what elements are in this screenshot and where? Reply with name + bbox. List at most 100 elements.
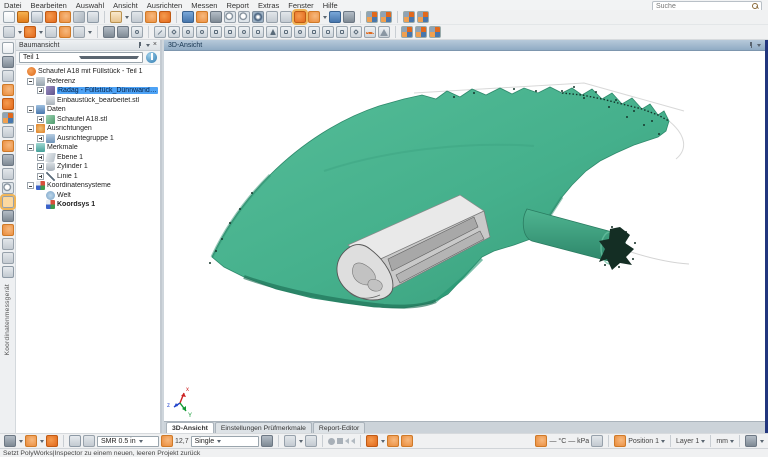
zoom-in-icon[interactable]	[224, 11, 236, 23]
boss-feature-icon[interactable]	[322, 26, 334, 38]
remote-dropdown-icon[interactable]	[298, 439, 303, 443]
selection-volume-icon[interactable]	[131, 11, 143, 23]
collapse-expander[interactable]	[27, 125, 34, 133]
select-dropdown-icon[interactable]	[125, 15, 129, 19]
tree-row-welt[interactable]: Welt	[16, 190, 160, 201]
collapse-expander[interactable]	[27, 144, 34, 152]
point-feature-icon[interactable]	[131, 26, 143, 38]
sync-views-icon[interactable]	[403, 11, 415, 23]
surface-feature-icon[interactable]	[336, 26, 348, 38]
tab-einstellungen-pruefmerkmale[interactable]: Einstellungen Prüfmerkmale	[214, 422, 312, 433]
selection-clear-icon[interactable]	[159, 11, 171, 23]
units-dropdown-icon[interactable]	[730, 439, 734, 443]
standard-views-icon[interactable]	[329, 11, 341, 23]
tree-row-zylinder[interactable]: Zylinder 1	[16, 162, 160, 172]
selection-invert-icon[interactable]	[145, 11, 157, 23]
screen-icon[interactable]	[591, 435, 604, 447]
view-window2-icon[interactable]	[280, 11, 292, 23]
pointer-dropdown-icon[interactable]	[380, 439, 385, 443]
expand-expander[interactable]	[37, 134, 44, 142]
stop-icon[interactable]	[336, 438, 343, 444]
probe-point-dropdown-icon[interactable]	[40, 439, 44, 443]
position-value[interactable]: Position 1	[628, 438, 659, 445]
export-dropdown-icon[interactable]	[18, 30, 22, 34]
restore-layout-icon[interactable]	[380, 11, 392, 23]
tab-report-editor[interactable]: Report-Editor	[312, 422, 366, 433]
probe-move-dropdown-icon[interactable]	[19, 439, 23, 443]
tree-row-einbaustueck[interactable]: Einbaustück_bearbeitet.stl	[16, 95, 160, 106]
expand-expander[interactable]	[37, 163, 44, 171]
rail-colormap-icon[interactable]	[1, 112, 14, 124]
export-icon[interactable]	[3, 26, 15, 38]
collapse-expander[interactable]	[27, 77, 34, 85]
step-back2-icon[interactable]	[350, 438, 355, 444]
part-selector[interactable]: Teil 1	[19, 52, 143, 63]
gear-pair-icon[interactable]	[103, 26, 115, 38]
viewport-pin-icon[interactable]	[748, 42, 754, 48]
menu-messen[interactable]: Messen	[191, 1, 217, 10]
probe-move-icon[interactable]	[4, 435, 16, 447]
distance-feature-icon[interactable]	[350, 26, 362, 38]
report-table-icon[interactable]	[59, 26, 71, 38]
fit-view-icon[interactable]	[292, 9, 308, 25]
shaft-feature-icon[interactable]	[280, 26, 292, 38]
menu-extras[interactable]: Extras	[258, 1, 279, 10]
tree-row-linie[interactable]: Linie 1	[16, 171, 160, 182]
play-macro-icon[interactable]	[24, 26, 36, 38]
close-icon[interactable]: ×	[153, 41, 157, 48]
save-project-icon[interactable]	[31, 11, 43, 23]
line-feature-icon[interactable]	[154, 26, 166, 38]
workspace-manager-icon[interactable]	[417, 11, 429, 23]
expand-expander[interactable]	[37, 172, 44, 180]
position-icon[interactable]	[614, 435, 627, 447]
undo-icon[interactable]	[45, 11, 57, 23]
pin-icon[interactable]	[137, 42, 143, 48]
search-input[interactable]	[653, 3, 752, 10]
device-clock-icon[interactable]	[83, 435, 95, 447]
slot-feature-icon[interactable]	[210, 26, 222, 38]
step-back-icon[interactable]	[344, 438, 349, 444]
view-window-icon[interactable]	[266, 11, 278, 23]
ellipse-feature-icon[interactable]	[196, 26, 208, 38]
3d-canvas[interactable]: x z Y	[164, 51, 765, 421]
menu-report[interactable]: Report	[226, 1, 249, 10]
rail-object-cube-icon[interactable]	[1, 210, 14, 222]
units-value[interactable]: mm	[716, 438, 728, 445]
device-camera-icon[interactable]	[69, 435, 81, 447]
position-dropdown-icon[interactable]	[660, 439, 665, 443]
layer-value[interactable]: Layer 1	[676, 438, 699, 445]
rail-clipboard-icon[interactable]	[1, 168, 14, 180]
plane-feature-icon[interactable]	[168, 26, 180, 38]
tree-row-radag[interactable]: Radag - Füllstück_Dünnwandteil.igs .stp	[16, 86, 160, 96]
cone-feature-icon[interactable]	[266, 26, 278, 38]
rail-select-icon[interactable]	[1, 42, 14, 54]
goto-flag-icon[interactable]	[386, 435, 399, 447]
panel-info-icon[interactable]	[146, 52, 157, 63]
orient-dropdown-icon[interactable]	[323, 15, 327, 19]
rail-probe-icon[interactable]	[1, 98, 14, 110]
align-prealign-icon[interactable]	[196, 11, 208, 23]
sphere-feature-icon[interactable]	[294, 26, 306, 38]
new-project-icon[interactable]	[3, 11, 15, 23]
rail-compare-icon[interactable]	[1, 126, 14, 138]
scan-device-icon[interactable]	[415, 26, 427, 38]
redo-icon[interactable]	[59, 11, 71, 23]
rail-text-label-icon[interactable]	[1, 238, 14, 250]
play-dropdown-icon[interactable]	[39, 30, 43, 34]
tree-row-schaufel-stl[interactable]: Schaufel A18.stl	[16, 114, 160, 125]
trend-dropdown-icon[interactable]	[88, 30, 92, 34]
menu-hilfe[interactable]: Hilfe	[323, 1, 338, 10]
menu-ansicht[interactable]: Ansicht	[113, 1, 138, 10]
trend-chart-icon[interactable]	[73, 26, 85, 38]
gear-single-icon[interactable]	[117, 26, 129, 38]
tree-row-ebene[interactable]: Ebene 1	[16, 152, 160, 163]
rail-flag-icon[interactable]	[1, 224, 14, 236]
expand-expander[interactable]	[37, 153, 44, 161]
probe-diameter-icon[interactable]	[161, 435, 173, 447]
tab-3d-ansicht[interactable]: 3D-Ansicht	[166, 422, 214, 433]
cylinder-feature-icon[interactable]	[252, 26, 264, 38]
expand-expander[interactable]	[37, 115, 44, 123]
visibility-icon[interactable]	[252, 11, 264, 23]
left-rail-tab-label[interactable]: Koordinatenmessgerät	[4, 284, 11, 355]
rail-annotate-icon[interactable]	[1, 154, 14, 166]
